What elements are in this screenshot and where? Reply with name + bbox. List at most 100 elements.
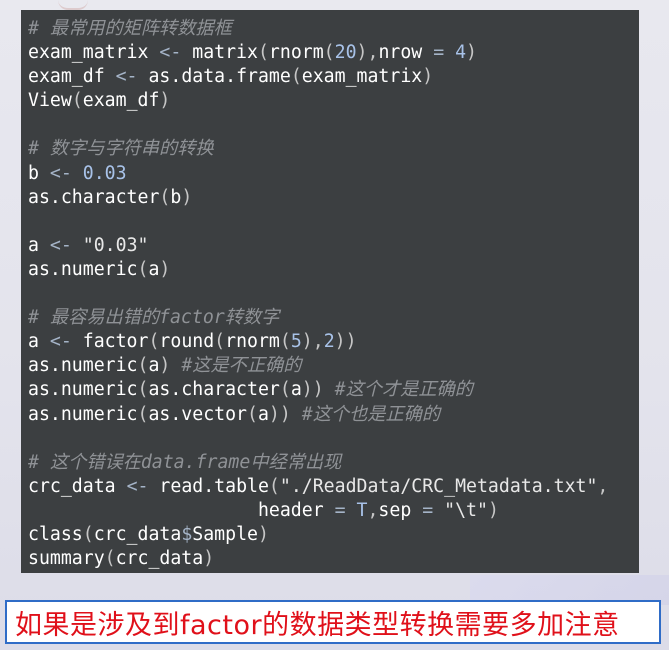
code-token: ( — [148, 331, 160, 353]
code-token: ) — [487, 499, 499, 521]
code-line: class(crc_data$Sample) — [28, 523, 608, 547]
code-token: ) — [159, 90, 171, 112]
code-token: <- — [49, 331, 72, 353]
code-token: factor — [71, 331, 149, 353]
code-token: $ — [181, 523, 193, 545]
code-token: ) — [203, 548, 215, 570]
code-comment: #这是不正确的 — [181, 355, 302, 377]
code-token: a — [148, 258, 160, 280]
code-token: )) — [268, 403, 291, 425]
code-token: round — [159, 331, 215, 353]
code-token: a — [148, 355, 160, 377]
code-token: Sample — [192, 523, 258, 545]
code-token: ( — [279, 379, 291, 401]
code-token: summary — [28, 548, 105, 570]
code-token: ), — [301, 331, 324, 353]
code-token: nrow — [378, 42, 434, 64]
code-block: # 最常用的矩阵转数据框 exam_matrix <- matrix(rnorm(… — [28, 17, 608, 571]
code-token: a — [28, 234, 50, 256]
code-token: b — [28, 162, 50, 184]
code-token: ( — [290, 66, 302, 88]
code-token: ( — [257, 42, 269, 64]
code-line: as.numeric(a) — [28, 258, 608, 282]
code-token: class — [28, 523, 83, 545]
code-token: "./ReadData/CRC_Metadata.txt" — [279, 475, 598, 497]
code-token: crc_data — [115, 548, 204, 570]
code-token: ), — [356, 42, 379, 64]
code-line: crc_data <- read.table("./ReadData/CRC_M… — [28, 475, 608, 499]
code-token: exam_df — [28, 66, 116, 88]
code-token: 5 — [290, 331, 302, 353]
code-line: b <- 0.03 — [28, 162, 608, 186]
code-token: header — [28, 499, 335, 521]
code-line: as.numeric(as.vector(a)) #这个也是正确的 — [28, 403, 608, 427]
code-token: <- — [115, 66, 138, 88]
code-token: = — [334, 499, 346, 521]
code-token: ) — [257, 523, 269, 545]
code-token: ( — [137, 403, 149, 425]
code-token: )) — [334, 331, 357, 353]
code-line: as.character(b) — [28, 186, 608, 210]
code-token: as.vector — [148, 403, 248, 425]
code-line: View(exam_df) — [28, 89, 608, 113]
top-strip — [0, 0, 669, 10]
code-token: = — [422, 499, 434, 521]
code-token: ) — [159, 355, 171, 377]
code-line: # 最常用的矩阵转数据框 — [28, 17, 608, 41]
code-token: ( — [104, 548, 116, 570]
code-token: 20 — [334, 42, 357, 64]
code-comment: #这个才是正确的 — [334, 379, 473, 401]
code-token: <- — [49, 162, 72, 184]
code-line: # 这个错误在data.frame中经常出现 — [28, 451, 608, 475]
code-token: ) — [159, 258, 171, 280]
code-token: T — [356, 499, 368, 521]
code-comment: # 最常用的矩阵转数据框 — [28, 18, 232, 39]
code-comment: # 数字与字符串的转换 — [28, 138, 214, 160]
code-token: sep — [378, 499, 423, 521]
code-token: exam_matrix — [28, 42, 160, 64]
code-token: a — [257, 403, 269, 425]
code-token: as.numeric — [28, 403, 138, 425]
code-token: View — [28, 90, 72, 112]
code-editor[interactable]: # 最常用的矩阵转数据框 exam_matrix <- matrix(rnorm(… — [21, 10, 639, 573]
code-token: b — [170, 186, 182, 208]
caption-box: 如果是涉及到factor的数据类型转换需要多加注意 — [5, 600, 661, 644]
code-line: exam_matrix <- matrix(rnorm(20),nrow = 4… — [28, 41, 608, 65]
code-token: ( — [137, 355, 149, 377]
code-token: as.character — [148, 379, 280, 401]
code-token: as.character — [28, 186, 160, 208]
code-line: a <- factor(round(rnorm(5),2)) — [28, 330, 608, 354]
code-token: rnorm — [268, 42, 324, 64]
code-token: matrix — [181, 42, 258, 64]
caption-text: 如果是涉及到factor的数据类型转换需要多加注意 — [15, 609, 620, 641]
code-token: exam_matrix — [301, 66, 423, 88]
code-comment: # 这个错误在data.frame中经常出现 — [28, 451, 342, 473]
code-token: <- — [49, 234, 72, 256]
code-token: "\t" — [444, 499, 488, 521]
code-token: ) — [466, 42, 477, 64]
code-token: )) — [301, 379, 324, 401]
code-token: rnorm — [225, 331, 280, 353]
code-token: ( — [214, 331, 226, 353]
code-token: , — [367, 499, 379, 521]
code-token: = — [433, 42, 445, 64]
code-token: ) — [422, 66, 434, 88]
code-token: ( — [268, 475, 280, 497]
code-token: ( — [82, 523, 94, 545]
code-line: summary(crc_data) — [28, 547, 608, 571]
code-token: ) — [181, 186, 193, 208]
code-line: a <- "0.03" — [28, 234, 608, 258]
code-token: read.table — [148, 475, 269, 497]
code-comment: # 最容易出错的factor转数字 — [28, 307, 280, 329]
code-token: ( — [159, 186, 171, 208]
code-token: crc_data — [28, 475, 127, 497]
